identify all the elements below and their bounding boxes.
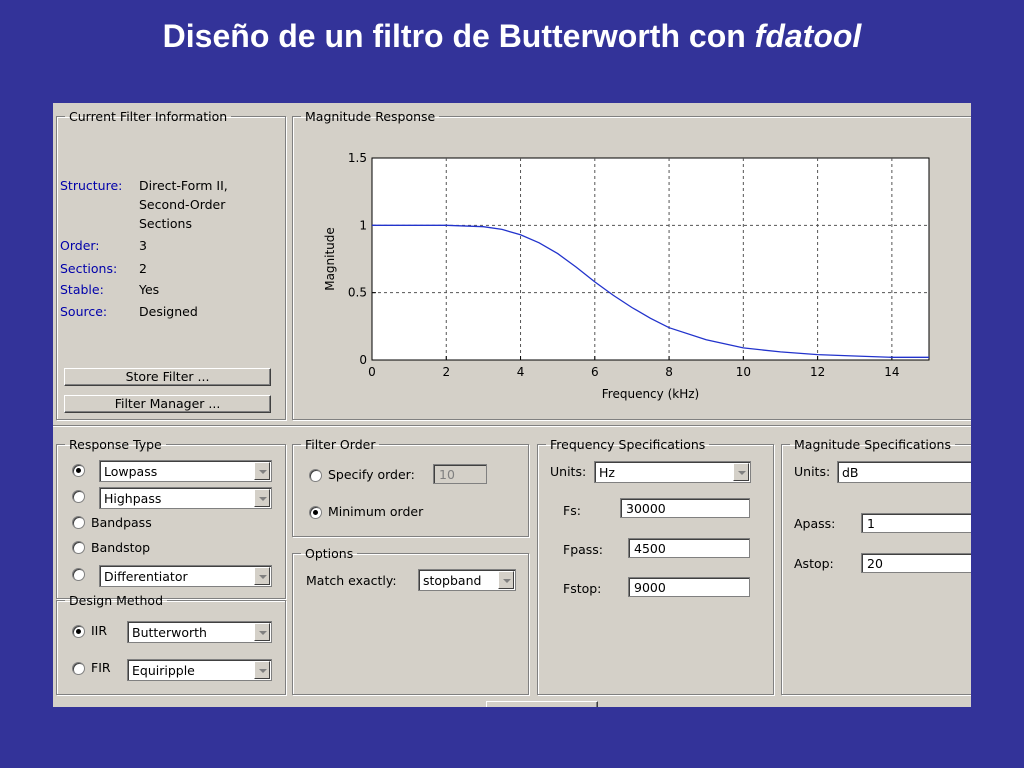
differentiator-dropdown-arrow-icon[interactable] bbox=[254, 567, 270, 585]
fpass-label: Fpass: bbox=[563, 542, 604, 557]
specify-order-input[interactable]: 10 bbox=[433, 464, 487, 484]
match-exactly-dropdown-arrow-icon[interactable] bbox=[498, 571, 514, 589]
fpass-input[interactable]: 4500 bbox=[628, 538, 750, 558]
lowpass-radio[interactable] bbox=[72, 464, 85, 477]
structure-value-line1: Direct-Form II, bbox=[139, 178, 228, 193]
minimum-order-radio[interactable] bbox=[309, 506, 322, 519]
y-tick-label: 1.5 bbox=[348, 151, 367, 165]
stable-value: Yes bbox=[139, 282, 160, 297]
response-type-legend: Response Type bbox=[69, 437, 162, 452]
freq-units-label: Units: bbox=[550, 464, 587, 479]
source-label: Source: bbox=[60, 304, 108, 319]
iir-label: IIR bbox=[91, 623, 108, 638]
magnitude-specs-legend: Magnitude Specifications bbox=[794, 437, 951, 452]
panel-separator bbox=[53, 425, 971, 427]
iir-method-select[interactable]: Butterworth bbox=[127, 621, 272, 643]
match-exactly-select[interactable]: stopband bbox=[418, 569, 516, 591]
iir-dropdown-arrow-icon[interactable] bbox=[254, 623, 270, 641]
lowpass-select-value: Lowpass bbox=[104, 464, 158, 479]
x-axis-label: Frequency (kHz) bbox=[602, 387, 699, 401]
freq-units-select[interactable]: Hz bbox=[594, 461, 751, 483]
astop-input[interactable]: 20 bbox=[861, 553, 971, 573]
apass-label: Apass: bbox=[794, 516, 836, 531]
frequency-specs-legend: Frequency Specifications bbox=[550, 437, 706, 452]
structure-value-line2: Second-Order bbox=[139, 197, 226, 212]
y-axis-label: Magnitude bbox=[323, 227, 337, 291]
design-filter-button[interactable] bbox=[486, 701, 598, 707]
match-exactly-value: stopband bbox=[423, 573, 482, 588]
x-tick-label: 6 bbox=[591, 365, 599, 379]
highpass-dropdown-arrow-icon[interactable] bbox=[254, 489, 270, 507]
order-label: Order: bbox=[60, 238, 100, 253]
options-legend: Options bbox=[305, 546, 354, 561]
plot-area bbox=[371, 157, 930, 361]
highpass-radio[interactable] bbox=[72, 490, 85, 503]
lowpass-select[interactable]: Lowpass bbox=[99, 460, 272, 482]
filter-manager-button[interactable]: Filter Manager ... bbox=[64, 395, 271, 413]
filter-order-panel: Filter Order bbox=[292, 437, 529, 537]
slide-title-italic: fdatool bbox=[754, 18, 862, 54]
fir-method-value: Equiripple bbox=[132, 663, 195, 678]
x-tick-label: 10 bbox=[736, 365, 751, 379]
magnitude-response-plot: 0 2 4 6 8 10 12 14 0 0.5 1 1.5 Frequency (kHz) Magnit… bbox=[323, 151, 930, 401]
highpass-select-value: Highpass bbox=[104, 491, 162, 506]
iir-method-value: Butterworth bbox=[132, 625, 207, 640]
y-tick-label: 1 bbox=[359, 218, 367, 232]
filter-order-legend: Filter Order bbox=[305, 437, 376, 452]
bandpass-label: Bandpass bbox=[91, 515, 152, 530]
lowpass-dropdown-arrow-icon[interactable] bbox=[254, 462, 270, 480]
y-tick-label: 0 bbox=[359, 353, 367, 367]
mag-units-label: Units: bbox=[794, 464, 831, 479]
bandstop-label: Bandstop bbox=[91, 540, 151, 555]
order-value: 3 bbox=[139, 238, 147, 253]
design-method-legend: Design Method bbox=[69, 593, 164, 608]
source-value: Designed bbox=[139, 304, 198, 319]
fir-method-select[interactable]: Equiripple bbox=[127, 659, 272, 681]
minimum-order-label: Minimum order bbox=[328, 504, 424, 519]
x-tick-label: 4 bbox=[517, 365, 525, 379]
specify-order-label: Specify order: bbox=[328, 467, 415, 482]
store-filter-button[interactable]: Store Filter ... bbox=[64, 368, 271, 386]
differentiator-select-value: Differentiator bbox=[104, 569, 188, 584]
fir-radio[interactable] bbox=[72, 662, 85, 675]
x-tick-label: 2 bbox=[442, 365, 450, 379]
freq-units-dropdown-arrow-icon[interactable] bbox=[733, 463, 749, 481]
specify-order-radio[interactable] bbox=[309, 469, 322, 482]
fir-dropdown-arrow-icon[interactable] bbox=[254, 661, 270, 679]
structure-label: Structure: bbox=[60, 178, 123, 193]
x-tick-label: 14 bbox=[884, 365, 899, 379]
mag-units-value: dB bbox=[842, 465, 859, 480]
magnitude-response-legend: Magnitude Response bbox=[305, 109, 436, 124]
stable-label: Stable: bbox=[60, 282, 104, 297]
current-filter-info-legend: Current Filter Information bbox=[69, 109, 228, 124]
freq-units-value: Hz bbox=[599, 465, 615, 480]
fdatool-window: Current Filter Information Structure: Di… bbox=[53, 103, 971, 707]
sections-label: Sections: bbox=[60, 261, 118, 276]
bandpass-radio[interactable] bbox=[72, 516, 85, 529]
fir-label: FIR bbox=[91, 660, 111, 675]
fs-input[interactable]: 30000 bbox=[620, 498, 750, 518]
slide-title-text: Diseño de un filtro de Butterworth con bbox=[162, 18, 746, 54]
match-exactly-label: Match exactly: bbox=[306, 573, 397, 588]
fstop-input[interactable]: 9000 bbox=[628, 577, 750, 597]
fstop-label: Fstop: bbox=[563, 581, 602, 596]
slide-title: Diseño de un filtro de Butterworth con f… bbox=[0, 18, 1024, 55]
fs-label: Fs: bbox=[563, 503, 581, 518]
differentiator-select[interactable]: Differentiator bbox=[99, 565, 272, 587]
bandstop-radio[interactable] bbox=[72, 541, 85, 554]
x-tick-label: 12 bbox=[810, 365, 825, 379]
astop-label: Astop: bbox=[794, 556, 834, 571]
x-tick-label: 0 bbox=[368, 365, 376, 379]
sections-value: 2 bbox=[139, 261, 147, 276]
highpass-select[interactable]: Highpass bbox=[99, 487, 272, 509]
x-tick-label: 8 bbox=[665, 365, 673, 379]
mag-units-select[interactable]: dB bbox=[837, 461, 971, 483]
iir-radio[interactable] bbox=[72, 625, 85, 638]
structure-value-line3: Sections bbox=[139, 216, 192, 231]
apass-input[interactable]: 1 bbox=[861, 513, 971, 533]
y-tick-label: 0.5 bbox=[348, 286, 367, 300]
differentiator-radio[interactable] bbox=[72, 568, 85, 581]
